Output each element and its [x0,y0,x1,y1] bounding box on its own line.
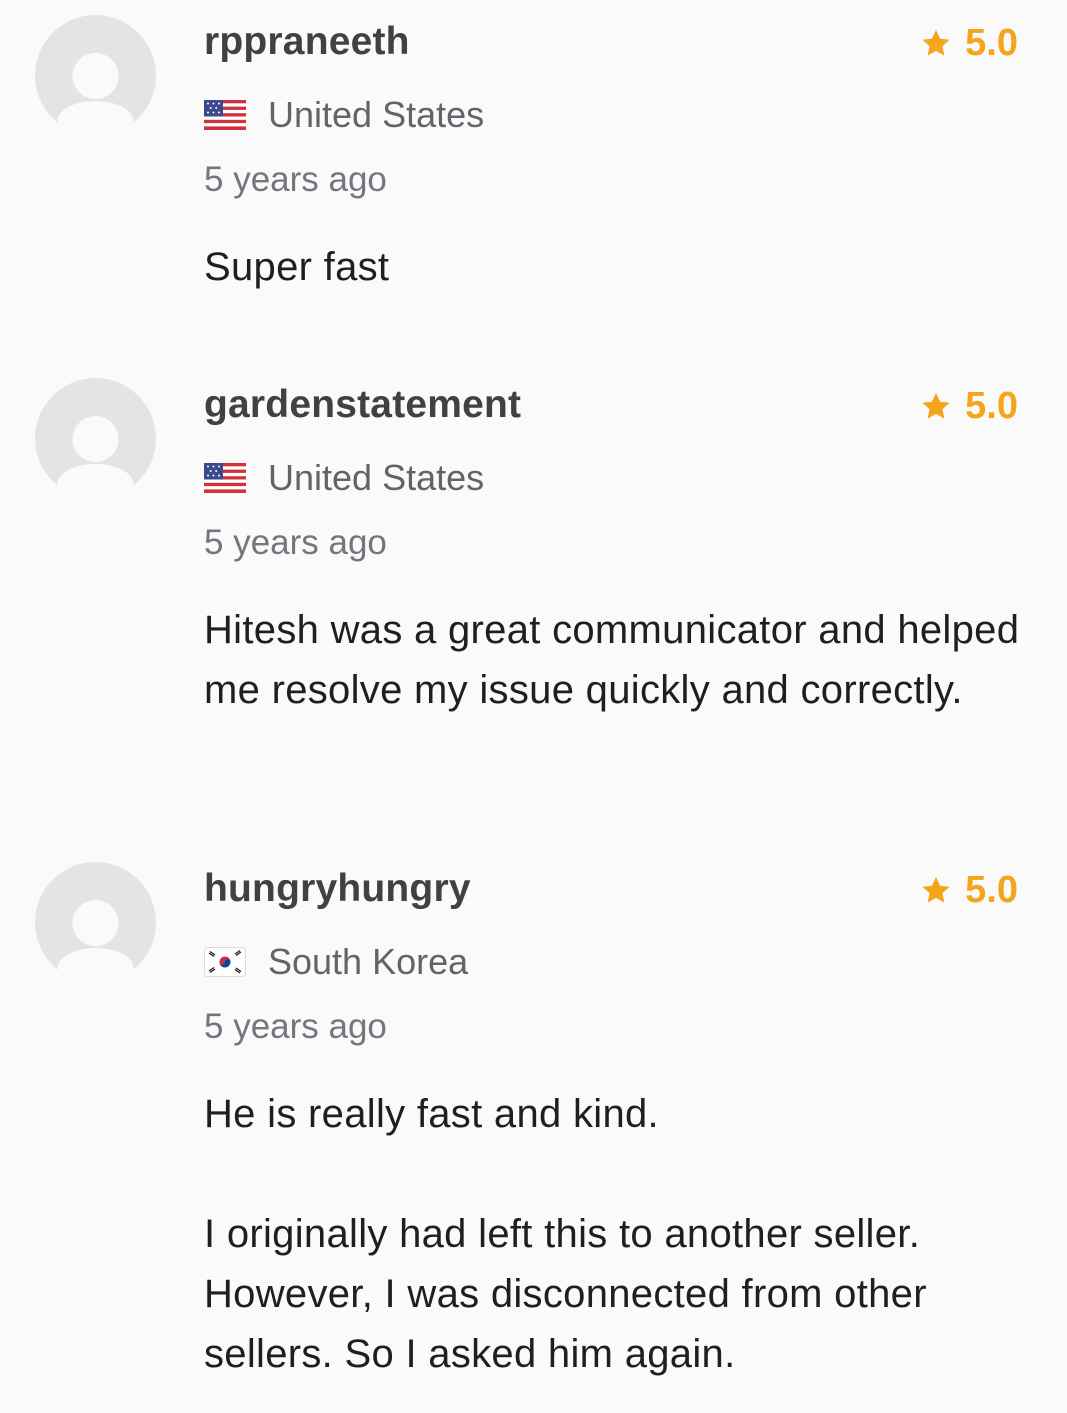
review-text: He is really fast and kind. I originally… [204,1084,1024,1384]
review-time: 5 years ago [204,160,387,199]
reviewer-username[interactable]: gardenstatement [204,381,521,429]
user-placeholder-icon [57,53,134,136]
country-name: South Korea [268,941,469,982]
star-icon [922,392,950,419]
rating-value: 5.0 [965,869,1018,911]
review-paragraph: Super fast [204,245,390,289]
review-paragraph: I originally had left this to another se… [204,1212,927,1376]
rating-value: 5.0 [965,22,1018,64]
reviewer-country: South Korea [204,940,468,984]
review-item: rppraneeth 5.0 United States 5 years ago… [0,15,1067,315]
avatar[interactable] [35,862,156,983]
rating: 5.0 [919,21,1018,65]
review-text: Super fast [204,237,1024,297]
country-name: United States [268,457,485,498]
star-icon [922,876,950,903]
reviewer-username[interactable]: rppraneeth [204,18,410,66]
review-time: 5 years ago [204,523,387,562]
south-korea-flag-icon [204,947,246,977]
us-flag-icon [204,463,246,493]
rating: 5.0 [919,384,1018,428]
reviewer-country: United States [204,93,484,137]
review-paragraph: Hitesh was a great communicator and help… [204,608,1020,712]
review-text: Hitesh was a great communicator and help… [204,600,1024,720]
review-paragraph: He is really fast and kind. [204,1092,659,1136]
star-icon [922,29,950,56]
user-placeholder-icon [57,416,134,499]
review-item: hungryhungry 5.0 South Korea 5 years ago… [0,862,1067,1402]
country-name: United States [268,94,485,135]
us-flag-icon [204,100,246,130]
user-placeholder-icon [57,900,134,983]
review-item: gardenstatement 5.0 United States 5 year… [0,378,1067,798]
avatar[interactable] [35,378,156,499]
rating: 5.0 [919,868,1018,912]
reviewer-country: United States [204,456,484,500]
avatar[interactable] [35,15,156,136]
reviewer-username[interactable]: hungryhungry [204,865,471,913]
review-time: 5 years ago [204,1007,387,1046]
rating-value: 5.0 [965,385,1018,427]
